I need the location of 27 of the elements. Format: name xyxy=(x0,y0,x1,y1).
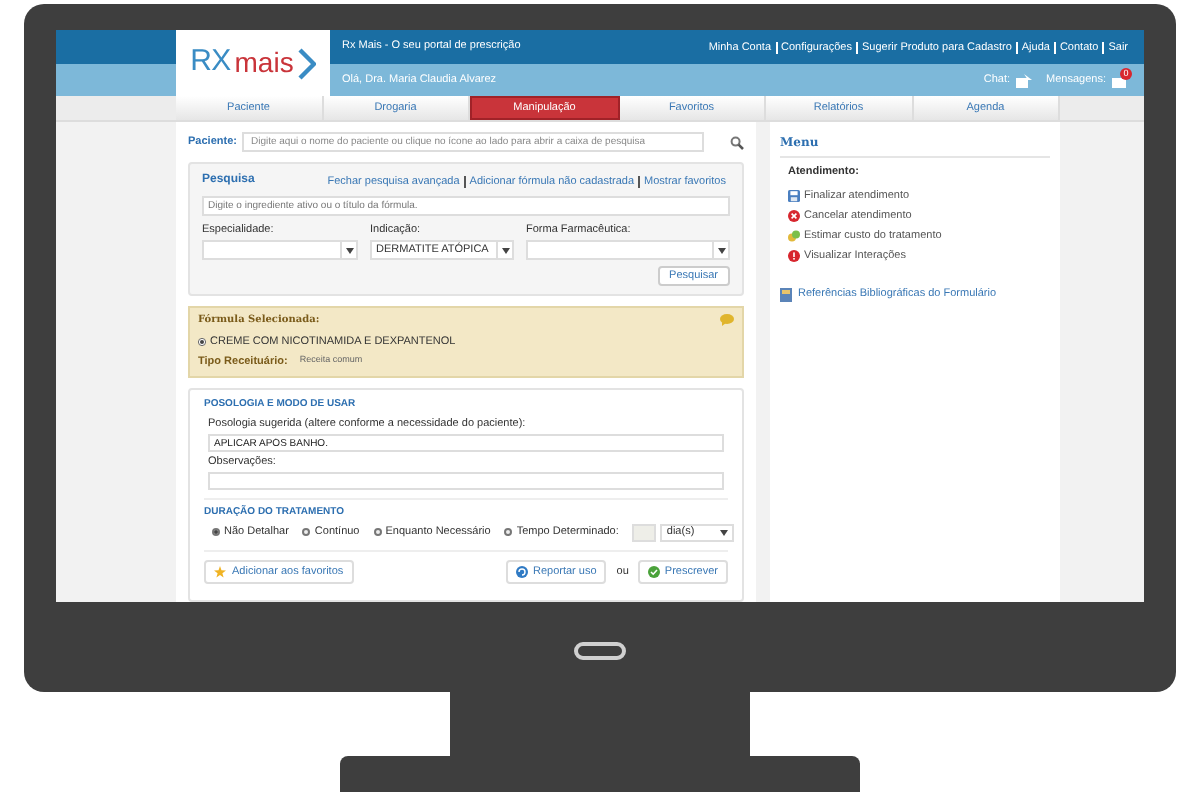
comment-icon[interactable] xyxy=(720,314,734,327)
dropdown[interactable] xyxy=(526,240,730,261)
check-icon xyxy=(648,565,661,578)
notes-field[interactable] xyxy=(208,472,724,491)
caret-icon xyxy=(501,247,509,254)
coins-icon xyxy=(788,230,800,243)
header-bar xyxy=(56,30,176,64)
star-icon xyxy=(214,565,226,578)
alert-icon xyxy=(788,250,800,263)
envelope-icon[interactable] xyxy=(1112,78,1126,88)
chat-icon[interactable] xyxy=(1016,73,1033,87)
dropdown[interactable] xyxy=(202,240,358,261)
caret-icon xyxy=(720,529,729,536)
search-icon[interactable] xyxy=(730,135,744,149)
caret-icon xyxy=(345,247,353,254)
header-bar xyxy=(56,64,176,96)
book-icon xyxy=(780,287,792,302)
radio-icon[interactable] xyxy=(198,337,206,346)
save-icon xyxy=(788,190,800,203)
logo-text: RX xyxy=(190,42,231,83)
logo[interactable]: RXmais xyxy=(176,30,330,96)
caret-icon xyxy=(717,247,725,254)
chevron-icon xyxy=(297,47,316,79)
cancel-icon xyxy=(788,210,800,223)
days-field[interactable] xyxy=(632,523,657,542)
refresh-icon xyxy=(516,565,529,578)
logo-text: mais xyxy=(234,44,294,82)
